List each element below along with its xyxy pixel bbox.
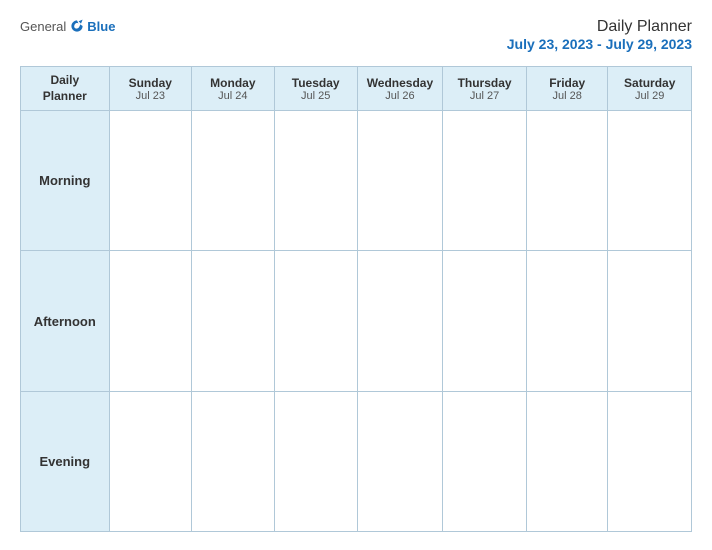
evening-thursday[interactable] (443, 391, 527, 531)
header-monday: Monday Jul 24 (191, 67, 274, 111)
evening-monday[interactable] (191, 391, 274, 531)
afternoon-sunday[interactable] (109, 251, 191, 391)
sunday-date: Jul 23 (114, 90, 187, 102)
morning-label: Morning (21, 111, 110, 251)
afternoon-monday[interactable] (191, 251, 274, 391)
header-tuesday: Tuesday Jul 25 (274, 67, 357, 111)
evening-friday[interactable] (526, 391, 607, 531)
saturday-name: Saturday (612, 76, 687, 90)
thursday-name: Thursday (447, 76, 522, 90)
tuesday-name: Tuesday (279, 76, 353, 90)
morning-tuesday[interactable] (274, 111, 357, 251)
wednesday-date: Jul 26 (362, 90, 438, 102)
logo-area: General Blue (20, 18, 115, 34)
page-header: General Blue Daily Planner July 23, 2023… (20, 18, 692, 52)
header-friday: Friday Jul 28 (526, 67, 607, 111)
afternoon-row: Afternoon (21, 251, 692, 391)
logo-general-text: General (20, 19, 66, 34)
thursday-date: Jul 27 (447, 90, 522, 102)
evening-saturday[interactable] (608, 391, 692, 531)
monday-name: Monday (196, 76, 270, 90)
morning-monday[interactable] (191, 111, 274, 251)
afternoon-label: Afternoon (21, 251, 110, 391)
evening-label: Evening (21, 391, 110, 531)
evening-tuesday[interactable] (274, 391, 357, 531)
tuesday-date: Jul 25 (279, 90, 353, 102)
header-daily-planner: DailyPlanner (21, 67, 110, 111)
header-thursday: Thursday Jul 27 (443, 67, 527, 111)
morning-friday[interactable] (526, 111, 607, 251)
afternoon-saturday[interactable] (608, 251, 692, 391)
morning-saturday[interactable] (608, 111, 692, 251)
evening-wednesday[interactable] (357, 391, 442, 531)
monday-date: Jul 24 (196, 90, 270, 102)
planner-table: DailyPlanner Sunday Jul 23 Monday Jul 24… (20, 66, 692, 532)
friday-name: Friday (531, 76, 603, 90)
afternoon-wednesday[interactable] (357, 251, 442, 391)
logo-bird-icon (69, 18, 85, 34)
morning-wednesday[interactable] (357, 111, 442, 251)
evening-sunday[interactable] (109, 391, 191, 531)
wednesday-name: Wednesday (362, 76, 438, 90)
sunday-name: Sunday (114, 76, 187, 90)
evening-row: Evening (21, 391, 692, 531)
morning-row: Morning (21, 111, 692, 251)
afternoon-friday[interactable] (526, 251, 607, 391)
morning-sunday[interactable] (109, 111, 191, 251)
afternoon-thursday[interactable] (443, 251, 527, 391)
planner-title: Daily Planner (507, 18, 692, 36)
afternoon-tuesday[interactable] (274, 251, 357, 391)
morning-thursday[interactable] (443, 111, 527, 251)
date-range: July 23, 2023 - July 29, 2023 (507, 36, 692, 52)
header-wednesday: Wednesday Jul 26 (357, 67, 442, 111)
header-saturday: Saturday Jul 29 (608, 67, 692, 111)
friday-date: Jul 28 (531, 90, 603, 102)
title-area: Daily Planner July 23, 2023 - July 29, 2… (507, 18, 692, 52)
logo-blue-text: Blue (87, 19, 115, 34)
header-label: DailyPlanner (43, 73, 87, 103)
header-sunday: Sunday Jul 23 (109, 67, 191, 111)
saturday-date: Jul 29 (612, 90, 687, 102)
